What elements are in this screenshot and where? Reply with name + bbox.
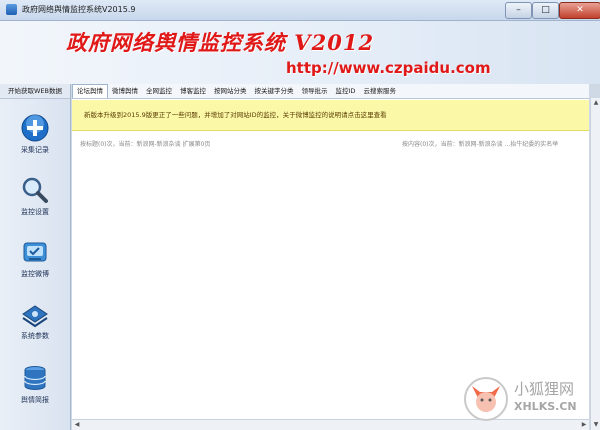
start-fetch-button[interactable]: 开始获取WEB数据 [0,84,70,99]
tab-forum[interactable]: 论坛舆情 [72,84,108,98]
sidebar-item-label: 系统参数 [21,332,49,340]
notice-text[interactable]: 新版本升级到2015.9版更正了一些问题，并增加了对网站ID的监控，关于微博监控… [84,109,387,119]
tab-leader-instructions[interactable]: 领导批示 [298,85,332,98]
sidebar-item-label: 监控设置 [21,208,49,216]
maximize-button[interactable]: □ [532,2,559,19]
watermark-domain: XHLKS.CN [514,400,577,413]
magnifier-icon [21,176,49,204]
tab-by-site[interactable]: 按网站分类 [210,85,251,98]
content-search-status: 按内容(0)次，当前：新浪网-新浪杂谈 ...抬牛纪委的实名举 [402,141,559,148]
weibo-icon [21,238,49,266]
watermark: 小狐狸网 XHLKS.CN [462,372,598,428]
tab-web-monitor[interactable]: 全网监控 [142,85,176,98]
sidebar-item-records[interactable]: 采集记录 [0,108,70,168]
banner: 政府网络舆情监控系统 V2012 http://www.czpaidu.com [0,21,600,84]
sidebar-item-label: 采集记录 [21,146,49,154]
watermark-name: 小狐狸网 [514,380,575,398]
settings-icon [21,300,49,328]
banner-url[interactable]: http://www.czpaidu.com [286,59,491,77]
tab-monitor-id[interactable]: 监控ID [332,85,360,98]
plus-circle-icon [21,114,49,142]
tab-cloud-search[interactable]: 云搜索服务 [359,85,400,98]
title-search-status: 按标题(0)次，当前：新浪网-新浪杂谈 扩展第0页 [80,141,211,148]
sidebar-item-monitor-settings[interactable]: 监控设置 [0,170,70,230]
window-title: 政府网络舆情监控系统V2015.9 [22,5,136,14]
fox-logo-icon [464,377,508,421]
sidebar: 开始获取WEB数据 采集记录 监控设置 监控微博 系统参数 舆情简报 [0,84,71,430]
tab-weibo[interactable]: 微博舆情 [108,85,142,98]
minimize-button[interactable]: – [505,2,532,19]
sidebar-item-report[interactable]: 舆情简报 [0,358,70,418]
tab-by-keyword[interactable]: 按关键字分类 [251,85,298,98]
tab-bar: 论坛舆情 微博舆情 全网监控 博客监控 按网站分类 按关键字分类 领导批示 监控ID 云搜索服务 [72,84,589,99]
scroll-up-icon[interactable]: ▲ [591,98,600,108]
upgrade-notice[interactable]: 新版本升级到2015.9版更正了一些问题，并增加了对网站ID的监控，关于微博监控… [72,100,589,131]
database-icon [21,364,49,392]
app-icon [6,4,17,15]
close-button[interactable]: ✕ [559,2,600,19]
sidebar-item-label: 监控微博 [21,270,49,278]
scroll-left-icon[interactable]: ◀ [72,420,82,430]
sidebar-item-weibo[interactable]: 监控微博 [0,232,70,292]
banner-title: 政府网络舆情监控系统 V2012 [66,30,375,55]
sidebar-item-system-params[interactable]: 系统参数 [0,294,70,354]
tab-blog[interactable]: 博客监控 [176,85,210,98]
title-bar[interactable]: 政府网络舆情监控系统V2015.9 – □ ✕ [0,0,600,21]
sidebar-item-label: 舆情简报 [21,396,49,404]
